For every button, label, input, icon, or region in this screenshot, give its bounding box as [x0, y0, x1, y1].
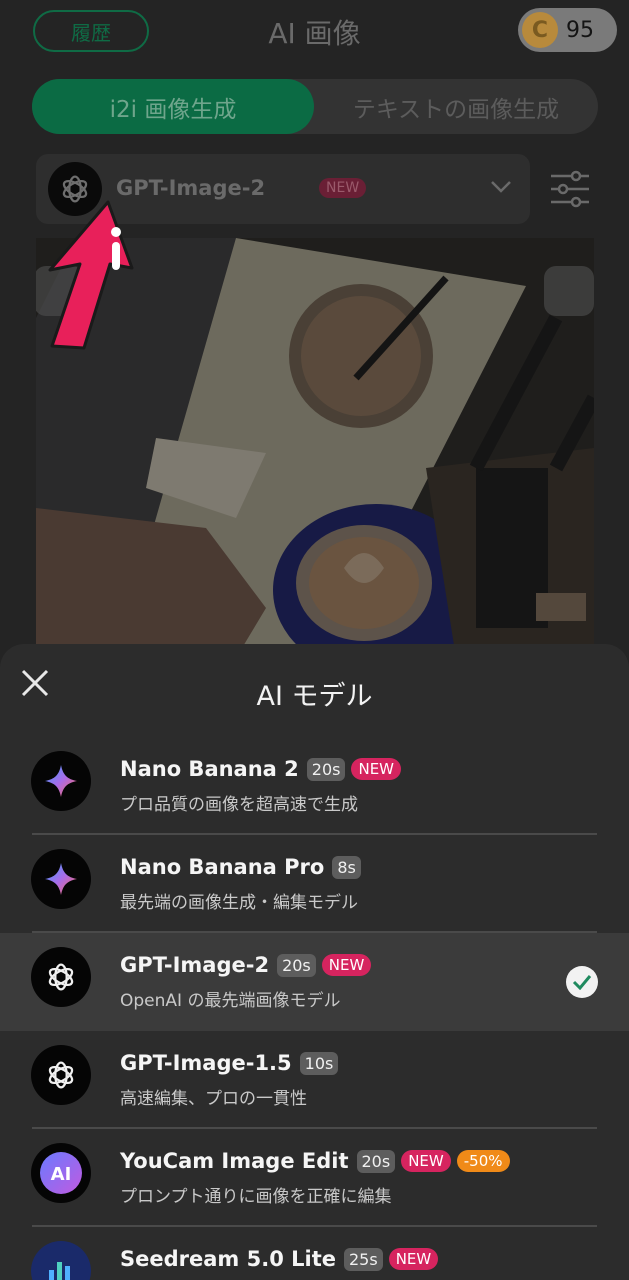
new-badge: NEW [401, 1150, 451, 1172]
new-badge: NEW [319, 178, 367, 198]
model-name: Nano Banana Pro [120, 855, 325, 879]
model-name: GPT-Image-2 [120, 953, 270, 977]
model-name: Seedream 5.0 Lite [120, 1247, 336, 1271]
model-name: Nano Banana 2 [120, 757, 299, 781]
tab-i2i[interactable]: i2i 画像生成 [32, 79, 314, 134]
tab-text-to-image[interactable]: テキストの画像生成 [314, 79, 598, 134]
model-description: OpenAI の最先端画像モデル [120, 991, 341, 1011]
discount-badge: -50% [456, 1150, 510, 1172]
model-row-youcam-image-edit[interactable]: AI YouCam Image Edit 20s NEW -50% プロンプト通… [0, 1129, 629, 1227]
time-badge: 8s [332, 855, 361, 879]
coin-balance[interactable]: C 95 [518, 8, 617, 52]
top-bar: 履歴 AI 画像 C 95 [0, 0, 629, 64]
gemini-sparkle-icon [31, 751, 91, 811]
model-row-nano-banana-2[interactable]: Nano Banana 2 20s NEW プロ品質の画像を超高速で生成 [0, 737, 629, 835]
model-row-gpt-image-1-5[interactable]: GPT-Image-1.5 10s 高速編集、プロの一貫性 [0, 1031, 629, 1129]
model-name: YouCam Image Edit [120, 1149, 349, 1173]
gemini-sparkle-icon [31, 849, 91, 909]
seedream-icon [31, 1241, 91, 1280]
pointer-arrow-icon [48, 200, 134, 350]
youcam-ai-icon: AI [31, 1143, 91, 1203]
time-badge: 20s [356, 1149, 396, 1173]
model-description: 最先端の画像生成・編集モデル [120, 893, 358, 913]
sheet-title: AI モデル [256, 681, 373, 712]
model-description: 高速編集、プロの一貫性 [120, 1089, 307, 1109]
model-description: プロンプト通りに画像を正確に編集 [120, 1187, 392, 1207]
time-badge: 25s [343, 1247, 383, 1271]
model-name: GPT-Image-1.5 [120, 1051, 292, 1075]
selected-model-name: GPT-Image-2 [116, 176, 266, 200]
mode-tabs: i2i 画像生成 テキストの画像生成 [32, 79, 598, 134]
model-row-nano-banana-pro[interactable]: Nano Banana Pro 8s 最先端の画像生成・編集モデル [0, 835, 629, 933]
new-badge: NEW [351, 758, 402, 780]
time-badge: 20s [277, 953, 316, 977]
new-badge: NEW [321, 954, 372, 976]
coin-icon: C [522, 12, 558, 48]
compare-button[interactable] [544, 266, 594, 316]
coin-count: 95 [566, 17, 594, 43]
openai-icon [31, 1045, 91, 1105]
model-row-gpt-image-2[interactable]: GPT-Image-2 20s NEW OpenAI の最先端画像モデル [0, 933, 629, 1031]
chevron-down-icon[interactable] [490, 180, 512, 194]
ai-model-sheet: AI モデル Nano Banana 2 20s NEW プロ品質の画像を超高速… [0, 644, 629, 1280]
checkmark-icon [566, 966, 598, 998]
svg-text:AI: AI [51, 1164, 72, 1185]
model-row-seedream-5-lite[interactable]: Seedream 5.0 Lite 25s NEW [0, 1227, 629, 1280]
openai-icon [31, 947, 91, 1007]
sliders-icon[interactable] [549, 170, 591, 208]
time-badge: 10s [299, 1051, 339, 1075]
new-badge: NEW [388, 1248, 439, 1270]
time-badge: 20s [306, 757, 346, 781]
model-description: プロ品質の画像を超高速で生成 [120, 795, 358, 815]
